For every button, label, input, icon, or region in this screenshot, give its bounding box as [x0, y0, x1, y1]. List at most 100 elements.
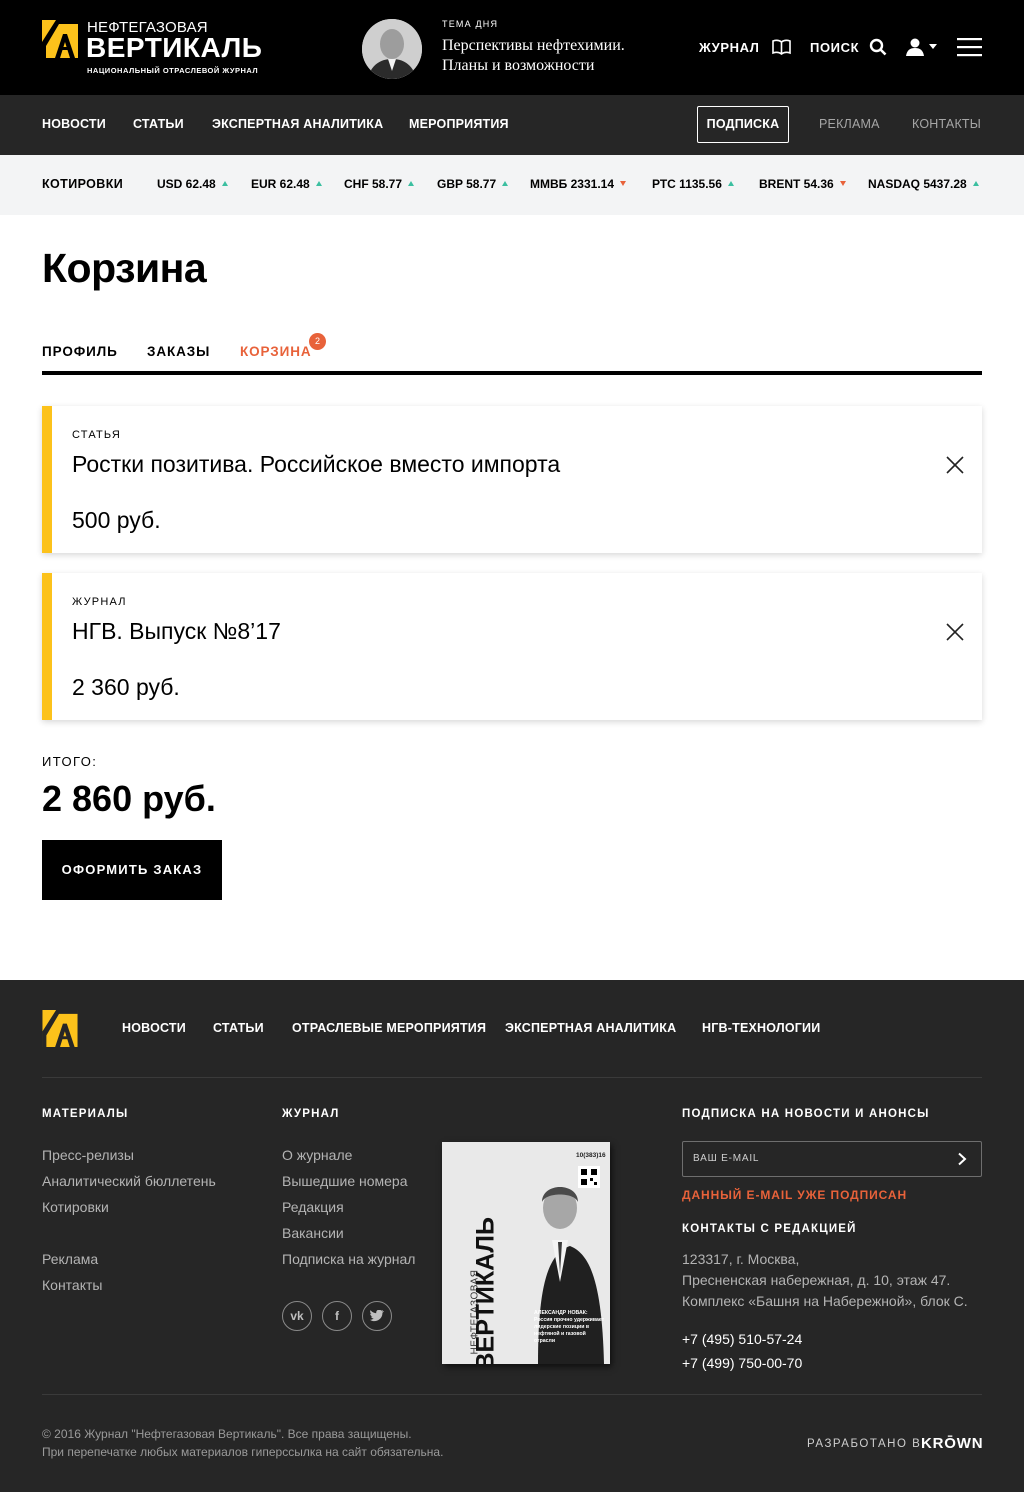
- quote-item[interactable]: РТС 1135.56: [652, 177, 734, 191]
- top-header: НЕФТЕГАЗОВАЯ ВЕРТИКАЛЬ НАЦИОНАЛЬНЫЙ ОТРА…: [0, 0, 1024, 95]
- quote-text: РТС 1135.56: [652, 177, 722, 191]
- cart-item-type: ЖУРНАЛ: [72, 596, 127, 608]
- quote-text: BRENT 54.36: [759, 177, 834, 191]
- quote-item[interactable]: BRENT 54.36: [759, 177, 846, 191]
- footer-link[interactable]: Пресс-релизы: [42, 1147, 134, 1163]
- topic-avatar[interactable]: [362, 19, 422, 79]
- footer-link[interactable]: Аналитический бюллетень: [42, 1173, 216, 1189]
- tab-orders[interactable]: ЗАКАЗЫ: [147, 344, 210, 359]
- footer-link[interactable]: Контакты: [42, 1277, 102, 1293]
- quote-text: CHF 58.77: [344, 177, 403, 191]
- logo-main-text[interactable]: ВЕРТИКАЛЬ: [86, 32, 262, 64]
- total-label: ИТОГО:: [42, 754, 98, 769]
- footer-link[interactable]: Реклама: [42, 1251, 98, 1267]
- developed-by-label: РАЗРАБОТАНО В: [807, 1438, 922, 1450]
- journal-link[interactable]: ЖУРНАЛ: [699, 40, 760, 55]
- cart-item: ЖУРНАЛ НГВ. Выпуск №8’17 2 360 руб.: [42, 573, 982, 720]
- remove-item-close-icon[interactable]: [946, 623, 964, 641]
- topic-title[interactable]: Перспективы нефтехимии. Планы и возможно…: [442, 36, 672, 76]
- footer-logo-icon[interactable]: [42, 1010, 78, 1047]
- cart-item-title[interactable]: НГВ. Выпуск №8’17: [72, 618, 281, 645]
- nav-item-contacts[interactable]: КОНТАКТЫ: [912, 117, 981, 131]
- logo-subtitle: НАЦИОНАЛЬНЫЙ ОТРАСЛЕВОЙ ЖУРНАЛ: [87, 66, 259, 75]
- quote-text: USD 62.48: [157, 177, 216, 191]
- journal-heading: ЖУРНАЛ: [282, 1108, 340, 1120]
- footer-nav-events[interactable]: ОТРАСЛЕВЫЕ МЕРОПРИЯТИЯ: [292, 1021, 486, 1035]
- cart-item-price: 500 руб.: [72, 507, 161, 533]
- cart-item-price: 2 360 руб.: [72, 674, 180, 700]
- cover-headline-name: АЛЕКСАНДР НОВАК:: [534, 1310, 588, 1316]
- nav-item-news[interactable]: НОВОСТИ: [42, 117, 106, 131]
- nav-item-ads[interactable]: РЕКЛАМА: [819, 117, 880, 131]
- phone-link[interactable]: +7 (499) 750-00-70: [682, 1355, 802, 1371]
- newsletter-heading: ПОДПИСКА НА НОВОСТИ И АНОНСЫ: [682, 1108, 930, 1120]
- menu-icon[interactable]: [957, 37, 982, 57]
- footer-link[interactable]: Вышедшие номера: [282, 1173, 408, 1189]
- nav-item-articles[interactable]: СТАТЬИ: [133, 117, 184, 131]
- address-line: 123317, г. Москва,: [682, 1251, 800, 1267]
- total-value: 2 860 руб.: [42, 778, 216, 819]
- topic-title-line1[interactable]: Перспективы нефтехимии.: [442, 36, 672, 56]
- footer-nav-analytics[interactable]: ЭКСПЕРТНАЯ АНАЛИТИКА: [505, 1021, 676, 1035]
- cart-item-title[interactable]: Ростки позитива. Российское вместо импор…: [72, 451, 560, 478]
- subscribe-button[interactable]: ПОДПИСКА: [697, 106, 789, 143]
- quote-item[interactable]: NASDAQ 5437.28: [868, 177, 979, 191]
- trend-down-icon: [620, 181, 626, 186]
- remove-item-close-icon[interactable]: [946, 456, 964, 474]
- quote-item[interactable]: GBP 58.77: [437, 177, 509, 191]
- footer-nav-news[interactable]: НОВОСТИ: [122, 1021, 186, 1035]
- footer-link[interactable]: Редакция: [282, 1199, 344, 1215]
- submit-arrow-icon[interactable]: [955, 1152, 969, 1166]
- footer-divider: [42, 1077, 982, 1078]
- search-icon[interactable]: [869, 38, 887, 56]
- footer-link[interactable]: Котировки: [42, 1199, 109, 1215]
- copyright-text: © 2016 Журнал "Нефтегазовая Вертикаль". …: [42, 1427, 412, 1441]
- quote-item[interactable]: EUR 62.48: [251, 177, 322, 191]
- quote-item[interactable]: ММВБ 2331.14: [530, 177, 626, 191]
- cover-headline: АЛЕКСАНДР НОВАК: Россия прочно удерживае…: [534, 1310, 606, 1345]
- materials-heading: МАТЕРИАЛЫ: [42, 1108, 129, 1120]
- chevron-down-icon[interactable]: [929, 44, 937, 49]
- logo-icon[interactable]: [42, 20, 78, 58]
- phone-link[interactable]: +7 (495) 510-57-24: [682, 1331, 802, 1347]
- tab-profile[interactable]: ПРОФИЛЬ: [42, 344, 118, 359]
- footer-nav-articles[interactable]: СТАТЬИ: [213, 1021, 264, 1035]
- email-error-message: ДАННЫЙ E-MAIL УЖЕ ПОДПИСАН: [682, 1188, 908, 1202]
- tab-cart[interactable]: КОРЗИНА: [240, 344, 312, 359]
- footer-divider: [42, 1394, 982, 1395]
- quote-item[interactable]: USD 62.48: [157, 177, 228, 191]
- address-line: Комплекс «Башня на Набережной», блок С.: [682, 1293, 968, 1309]
- quotes-bar: КОТИРОВКИ USD 62.48 EUR 62.48 CHF 58.77 …: [0, 155, 1024, 215]
- contacts-heading: КОНТАКТЫ С РЕДАКЦИЕЙ: [682, 1223, 857, 1235]
- magazine-cover[interactable]: 10(383)16 НЕФТЕГАЗОВАЯ ВЕРТИКАЛЬ АЛЕКСАН…: [442, 1142, 610, 1364]
- trend-down-icon: [839, 181, 846, 186]
- nav-item-analytics[interactable]: ЭКСПЕРТНАЯ АНАЛИТИКА: [212, 117, 383, 131]
- quote-text: ММВБ 2331.14: [530, 177, 614, 191]
- developer-logo[interactable]: KRŌWN: [921, 1435, 983, 1452]
- page-title: Корзина: [42, 245, 207, 291]
- quote-text: NASDAQ 5437.28: [868, 177, 967, 191]
- twitter-icon[interactable]: [362, 1301, 392, 1331]
- footer-link[interactable]: О журнале: [282, 1147, 352, 1163]
- quote-item[interactable]: CHF 58.77: [344, 177, 415, 191]
- trend-up-icon: [972, 181, 979, 186]
- facebook-icon[interactable]: f: [322, 1301, 352, 1331]
- user-icon[interactable]: [906, 38, 926, 56]
- topic-title-line2[interactable]: Планы и возможности: [442, 56, 672, 76]
- checkout-button[interactable]: ОФОРМИТЬ ЗАКАЗ: [42, 840, 222, 900]
- footer-link[interactable]: Подписка на журнал: [282, 1251, 415, 1267]
- cover-title-main: ВЕРТИКАЛЬ: [471, 1217, 500, 1364]
- book-icon[interactable]: [772, 39, 791, 55]
- footer: НОВОСТИ СТАТЬИ ОТРАСЛЕВЫЕ МЕРОПРИЯТИЯ ЭК…: [0, 980, 1024, 1492]
- trend-up-icon: [502, 181, 509, 186]
- footer-link[interactable]: Вакансии: [282, 1225, 344, 1241]
- nav-item-events[interactable]: МЕРОПРИЯТИЯ: [409, 117, 509, 131]
- cover-headline-text: Россия прочно удерживает лидерские позиц…: [534, 1317, 605, 1344]
- search-link[interactable]: ПОИСК: [810, 40, 859, 55]
- cart-item: СТАТЬЯ Ростки позитива. Российское вмест…: [42, 406, 982, 553]
- vk-icon[interactable]: vk: [282, 1301, 312, 1331]
- footer-nav-technologies[interactable]: НГВ-ТЕХНОЛОГИИ: [702, 1021, 820, 1035]
- quote-text: EUR 62.48: [251, 177, 310, 191]
- trend-up-icon: [315, 181, 322, 186]
- email-field[interactable]: ВАШ E-MAIL: [682, 1141, 982, 1177]
